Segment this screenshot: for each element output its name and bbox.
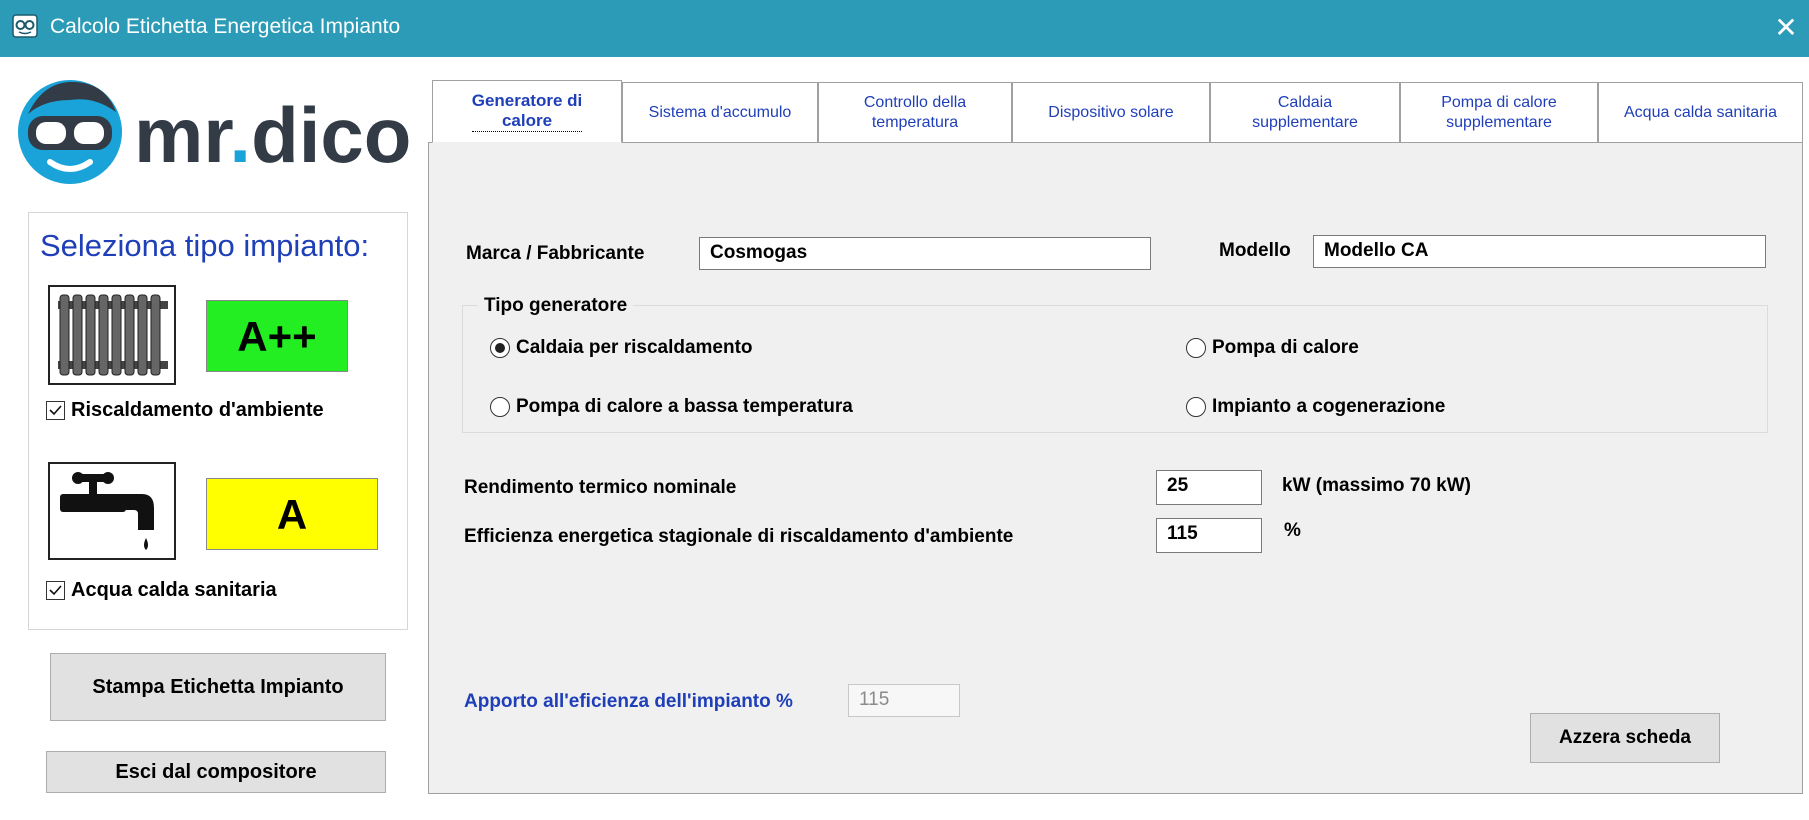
generator-type-title: Tipo generatore xyxy=(478,295,634,317)
tab-pompa-calore-supplementare[interactable]: Pompa di calore supplementare xyxy=(1400,82,1598,142)
window-title: Calcolo Etichetta Energetica Impianto xyxy=(50,15,401,38)
close-button[interactable]: ✕ xyxy=(1768,8,1804,48)
water-checkbox-label: Acqua calda sanitaria xyxy=(71,579,277,601)
radio-unselected-icon xyxy=(490,397,510,417)
radio-caldaia-label: Caldaia per riscaldamento xyxy=(516,337,753,358)
rendimento-label: Rendimento termico nominale xyxy=(464,477,737,498)
radio-pompa-bt-label: Pompa di calore a bassa temperatura xyxy=(516,396,853,417)
apporto-readonly-field: 115 xyxy=(848,684,960,717)
water-checkbox[interactable]: Acqua calda sanitaria xyxy=(46,579,277,602)
model-label: Modello xyxy=(1219,240,1291,261)
exit-composer-button[interactable]: Esci dal compositore xyxy=(46,751,386,793)
radio-cogenerazione[interactable]: Impianto a cogenerazione xyxy=(1186,396,1445,418)
radio-cogen-label: Impianto a cogenerazione xyxy=(1212,396,1446,417)
water-energy-rating: A xyxy=(206,478,378,550)
system-type-heading: Seleziona tipo impianto: xyxy=(40,228,370,263)
manufacturer-label: Marca / Fabbricante xyxy=(466,243,645,264)
manufacturer-input[interactable]: Cosmogas xyxy=(699,237,1151,270)
rendimento-input[interactable]: 25 xyxy=(1156,470,1262,505)
tab-generatore-di-calore[interactable]: Generatore di calore xyxy=(432,80,622,143)
rendimento-unit: kW (massimo 70 kW) xyxy=(1282,475,1471,496)
heating-checkbox-label: Riscaldamento d'ambiente xyxy=(71,399,324,421)
radiator-icon xyxy=(48,285,176,385)
checkbox-checked-icon xyxy=(46,581,65,600)
radio-unselected-icon xyxy=(1186,397,1206,417)
reset-tab-button[interactable]: Azzera scheda xyxy=(1530,713,1720,763)
tab-sistema-accumulo[interactable]: Sistema d'accumulo xyxy=(622,82,818,142)
print-label-button[interactable]: Stampa Etichetta Impianto xyxy=(50,653,386,721)
efficienza-label: Efficienza energetica stagionale di risc… xyxy=(464,526,1014,547)
radio-unselected-icon xyxy=(1186,338,1206,358)
tab-dispositivo-solare[interactable]: Dispositivo solare xyxy=(1012,82,1210,142)
tap-icon xyxy=(48,462,176,560)
radio-caldaia-riscaldamento[interactable]: Caldaia per riscaldamento xyxy=(490,337,753,359)
logo-mascot-icon xyxy=(14,74,126,186)
heating-energy-rating: A++ xyxy=(206,300,348,372)
efficienza-input[interactable]: 115 xyxy=(1156,518,1262,553)
radio-pompa-di-calore[interactable]: Pompa di calore xyxy=(1186,337,1359,359)
radio-pompa-label: Pompa di calore xyxy=(1212,337,1359,358)
app-icon xyxy=(12,14,38,38)
model-input[interactable]: Modello CA xyxy=(1313,235,1766,268)
tab-acqua-calda-sanitaria[interactable]: Acqua calda sanitaria xyxy=(1598,82,1803,142)
logo-text: mr.dico xyxy=(134,91,412,179)
radio-pompa-bassa-temperatura[interactable]: Pompa di calore a bassa temperatura xyxy=(490,396,853,418)
tab-caldaia-supplementare[interactable]: Caldaia supplementare xyxy=(1210,82,1400,142)
apporto-label: Apporto all'eficienza dell'impianto % xyxy=(464,691,793,712)
efficienza-unit: % xyxy=(1284,520,1301,541)
heating-checkbox[interactable]: Riscaldamento d'ambiente xyxy=(46,399,324,422)
radio-selected-icon xyxy=(490,338,510,358)
tab-controllo-temperatura[interactable]: Controllo della temperatura xyxy=(818,82,1012,142)
checkbox-checked-icon xyxy=(46,401,65,420)
title-bar: Calcolo Etichetta Energetica Impianto ✕ xyxy=(0,0,1809,57)
